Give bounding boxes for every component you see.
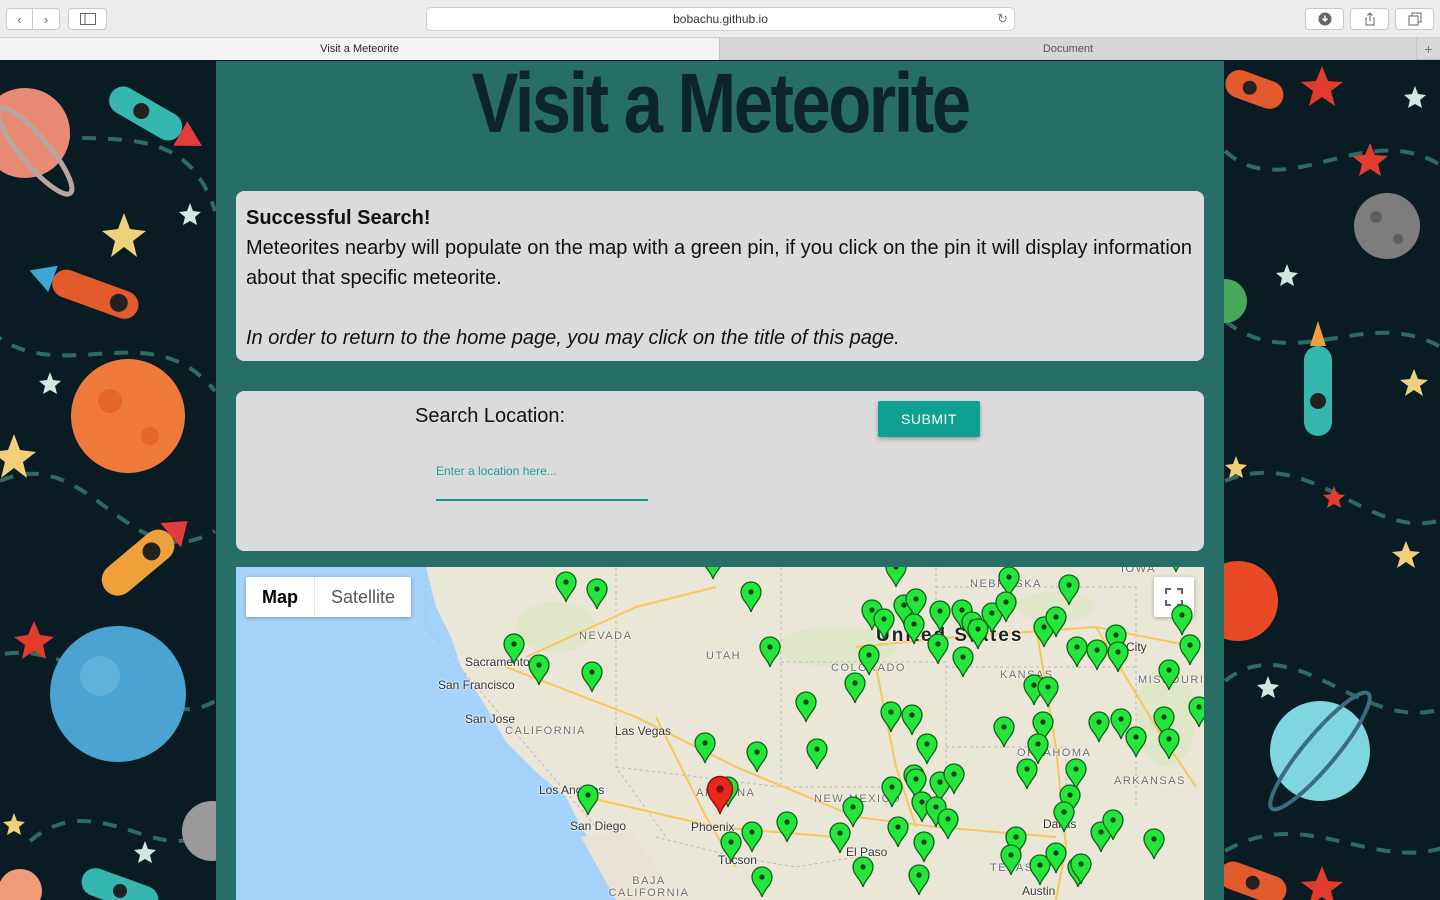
pin-layer xyxy=(503,567,1204,898)
sidebar-icon xyxy=(79,13,96,25)
search-input[interactable] xyxy=(436,441,648,501)
share-button[interactable] xyxy=(1350,8,1389,30)
submit-button[interactable]: SUBMIT xyxy=(878,401,980,437)
tabs-overview-button[interactable] xyxy=(1395,8,1434,30)
map[interactable]: Map Satellite NEVADA UTAH COLORADO CALIF… xyxy=(236,567,1204,900)
page-title[interactable]: Visit a Meteorite xyxy=(297,61,1144,145)
search-card: Search Location: SUBMIT xyxy=(236,391,1204,551)
chevron-right-icon: › xyxy=(43,11,49,27)
download-icon xyxy=(1318,12,1331,26)
downloads-button[interactable] xyxy=(1305,8,1344,30)
search-label: Search Location: xyxy=(415,405,566,427)
search-input-underline xyxy=(436,499,648,501)
chevron-left-icon: ‹ xyxy=(17,11,22,27)
browser-toolbar: ‹ › bobachu.github.io ↻ xyxy=(0,0,1440,38)
tabs-icon xyxy=(1408,12,1421,26)
main-content: Visit a Meteorite Successful Search! Met… xyxy=(216,61,1224,900)
address-url: bobachu.github.io xyxy=(673,12,768,26)
info-note: In order to return to the home page, you… xyxy=(246,327,900,349)
meteorite-pins[interactable] xyxy=(503,567,1204,898)
info-heading: Successful Search! xyxy=(246,207,431,229)
search-input-wrap xyxy=(436,441,648,501)
selected-location-pin[interactable] xyxy=(706,775,734,815)
new-tab-button[interactable]: + xyxy=(1416,38,1440,60)
info-body: Meteorites nearby will populate on the m… xyxy=(246,237,1193,289)
history-nav: ‹ › xyxy=(6,8,60,30)
forward-button[interactable]: › xyxy=(33,8,60,30)
reload-icon[interactable]: ↻ xyxy=(997,11,1008,27)
plus-icon: + xyxy=(1424,41,1433,57)
share-icon xyxy=(1365,12,1374,26)
info-card: Successful Search! Meteorites nearby wil… xyxy=(236,191,1204,361)
back-button[interactable]: ‹ xyxy=(6,8,33,30)
sidebar-toggle-button[interactable] xyxy=(68,8,107,30)
address-bar[interactable]: bobachu.github.io ↻ xyxy=(426,7,1015,31)
